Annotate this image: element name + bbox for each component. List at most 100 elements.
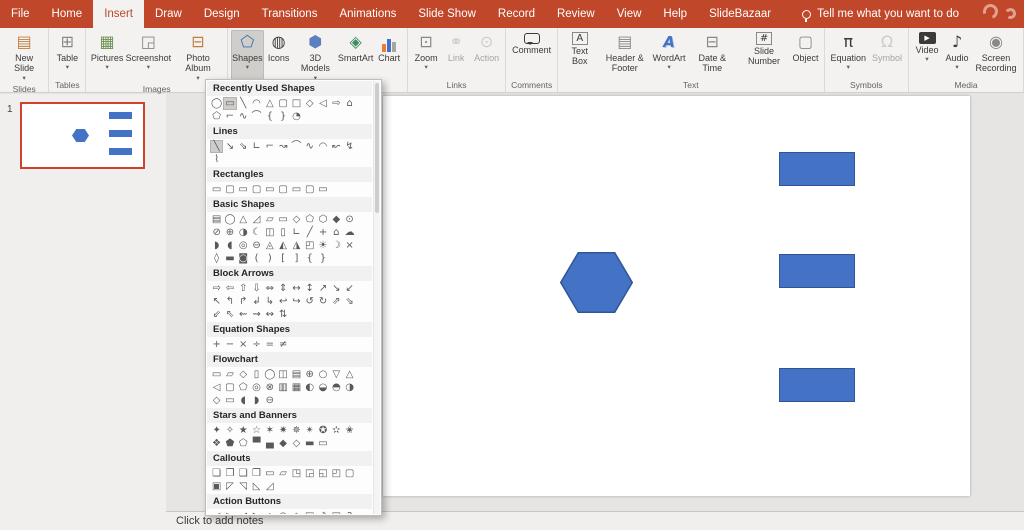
shape-option[interactable]: ⊗	[263, 381, 276, 394]
shape-option[interactable]: ⌐	[263, 140, 276, 153]
shape-option[interactable]: ▭	[290, 183, 303, 196]
shape-option[interactable]: ◯	[223, 213, 236, 226]
shape-option[interactable]: −	[223, 338, 236, 351]
shape-option[interactable]: △	[237, 213, 250, 226]
shape-option[interactable]: ↯	[343, 140, 356, 153]
shape-option[interactable]: ⇧	[237, 282, 250, 295]
shape-option[interactable]: ◹	[237, 480, 250, 493]
shape-option[interactable]: ⇕	[276, 282, 289, 295]
screen-recording-button[interactable]: ◉Screen Recording	[972, 30, 1020, 78]
shape-option[interactable]: ✶	[263, 424, 276, 437]
shape-option[interactable]: ▢	[223, 183, 236, 196]
shape-option[interactable]: ☆	[250, 424, 263, 437]
shape-option[interactable]: ◬	[263, 239, 276, 252]
shape-option[interactable]: ⇅	[276, 308, 289, 321]
rectangle-shape-1[interactable]	[779, 152, 855, 186]
shape-option[interactable]: ◠	[316, 140, 329, 153]
shape-option[interactable]: ◔	[290, 110, 303, 123]
shape-option[interactable]: ⌒	[250, 110, 263, 123]
shape-option[interactable]: ⬠	[237, 437, 250, 450]
shape-option[interactable]: ▢	[276, 183, 289, 196]
slide-number-button[interactable]: #Slide Number	[738, 30, 791, 78]
shape-option[interactable]: ◿	[263, 480, 276, 493]
shape-option[interactable]: ◎	[237, 239, 250, 252]
shape-option[interactable]: ⇘	[343, 295, 356, 308]
shape-option[interactable]: ✵	[290, 424, 303, 437]
shape-option[interactable]: ∿	[237, 110, 250, 123]
shape-option[interactable]: ⌂	[343, 97, 356, 110]
shape-option[interactable]: ▭	[223, 97, 236, 110]
shape-option[interactable]: ▱	[276, 467, 289, 480]
shape-option[interactable]: ⇦	[223, 282, 236, 295]
shape-option[interactable]: ▭	[210, 183, 223, 196]
shape-option[interactable]: ⊘	[210, 226, 223, 239]
shape-option[interactable]: ✷	[276, 424, 289, 437]
shape-option[interactable]: ◆	[330, 213, 343, 226]
shape-option[interactable]: ◿	[250, 213, 263, 226]
shape-option[interactable]: ▯	[250, 368, 263, 381]
tab-transitions[interactable]: Transitions	[251, 0, 329, 28]
shape-option[interactable]: ⇘	[237, 140, 250, 153]
shape-option[interactable]: ☽	[330, 239, 343, 252]
shape-option[interactable]: ∿	[303, 140, 316, 153]
shape-option[interactable]: ◖	[223, 239, 236, 252]
shape-option[interactable]: ↪	[290, 295, 303, 308]
shape-option[interactable]: ◮	[290, 239, 303, 252]
shape-option[interactable]: ◇	[237, 368, 250, 381]
shape-option[interactable]: ▤	[290, 368, 303, 381]
tab-home[interactable]: Home	[41, 0, 94, 28]
shape-option[interactable]: ⇨	[210, 282, 223, 295]
shape-option[interactable]: ◠	[250, 97, 263, 110]
shape-option[interactable]: ◓	[330, 381, 343, 394]
shape-option[interactable]: ▀	[250, 437, 263, 450]
shape-option[interactable]: ⊙	[343, 213, 356, 226]
dropdown-scrollbar[interactable]	[373, 81, 380, 514]
shape-option[interactable]: ↺	[303, 295, 316, 308]
shape-option[interactable]: ▶	[250, 510, 263, 514]
shape-option[interactable]: ◭	[276, 239, 289, 252]
shape-option[interactable]: ▢	[223, 381, 236, 394]
shape-option[interactable]: ⌇	[210, 153, 223, 166]
shape-option[interactable]: ☀	[316, 239, 329, 252]
shape-option[interactable]: ╲	[210, 140, 223, 153]
shape-option[interactable]: ▭	[223, 394, 236, 407]
shape-option[interactable]: ⇖	[223, 308, 236, 321]
tab-insert[interactable]: Insert	[93, 0, 144, 28]
comment-button[interactable]: Comment	[509, 30, 554, 78]
shape-option[interactable]: ▄	[263, 437, 276, 450]
shape-option[interactable]: ▱	[223, 368, 236, 381]
shape-option[interactable]: ⇙	[210, 308, 223, 321]
shape-option[interactable]: ↕	[303, 282, 316, 295]
equation-button[interactable]: πEquation▾	[828, 30, 870, 78]
hexagon-shape[interactable]	[560, 252, 633, 313]
video-button[interactable]: ▶Video▾	[912, 30, 942, 78]
shape-option[interactable]: ▢	[343, 467, 356, 480]
shape-option[interactable]: ÷	[250, 338, 263, 351]
tab-help[interactable]: Help	[652, 0, 698, 28]
shape-option[interactable]: ↭	[263, 308, 276, 321]
shape-option[interactable]: ↔	[290, 282, 303, 295]
shape-option[interactable]: ▭	[316, 183, 329, 196]
shape-option[interactable]: ▭	[210, 368, 223, 381]
shape-option[interactable]: ▣	[303, 510, 316, 514]
shape-option[interactable]: ▷	[223, 510, 236, 514]
header-footer-button[interactable]: ▤Header & Footer	[598, 30, 651, 78]
rectangle-shape-2[interactable]	[779, 254, 855, 288]
shape-option[interactable]: ▯	[276, 226, 289, 239]
shape-option[interactable]: ⇩	[250, 282, 263, 295]
shape-option[interactable]: ✴	[303, 424, 316, 437]
shape-option[interactable]: ◇	[303, 97, 316, 110]
shape-option[interactable]: ×	[237, 338, 250, 351]
shape-option[interactable]: ◁	[210, 381, 223, 394]
tab-record[interactable]: Record	[487, 0, 546, 28]
shape-option[interactable]: =	[263, 338, 276, 351]
rectangle-shape-3[interactable]	[779, 368, 855, 402]
shape-option[interactable]: ◑	[343, 381, 356, 394]
shape-option[interactable]: ∟	[290, 226, 303, 239]
shape-option[interactable]: ↘	[330, 282, 343, 295]
shape-option[interactable]: {	[263, 110, 276, 123]
object-button[interactable]: ▢Object	[791, 30, 821, 78]
wordart-button[interactable]: AWordArt▾	[651, 30, 687, 78]
tab-slidebazaar[interactable]: SlideBazaar	[698, 0, 782, 28]
shape-option[interactable]: ⇝	[250, 308, 263, 321]
